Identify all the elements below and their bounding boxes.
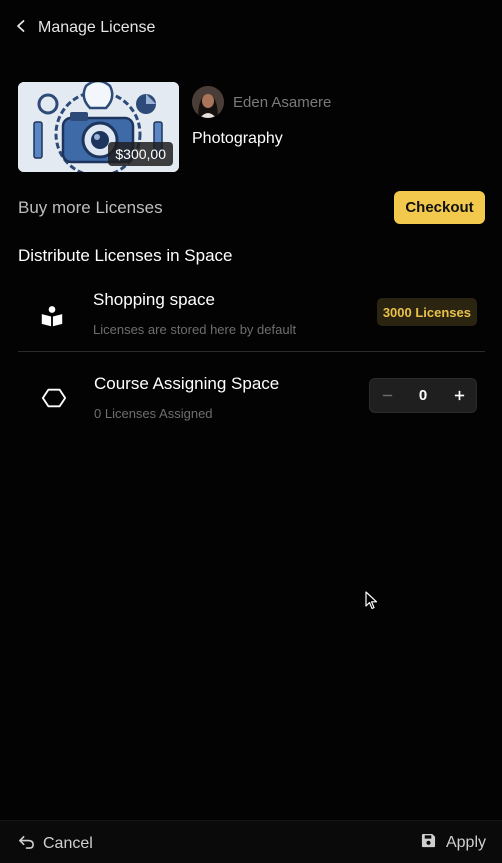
plus-icon [454, 390, 464, 401]
chevron-left-icon [14, 19, 28, 38]
space-title: Course Assigning Space [94, 374, 280, 393]
space-subtitle: 0 Licenses Assigned [94, 406, 213, 421]
space-subtitle: Licenses are stored here by default [93, 322, 297, 337]
distribute-section-title: Distribute Licenses in Space [18, 246, 233, 265]
increment-button[interactable] [442, 379, 476, 412]
manage-license-screen: Manage License $300,00 Eden Asamere Phot… [0, 0, 502, 863]
cancel-button[interactable]: Cancel [18, 833, 93, 855]
footer: Cancel Apply [0, 820, 502, 863]
buy-more-label: Buy more Licenses [18, 198, 163, 217]
space-row-shopping: Shopping space Licenses are stored here … [18, 282, 485, 350]
mouse-cursor-icon [365, 591, 379, 611]
back-button[interactable]: Manage License [14, 19, 155, 38]
decrement-button[interactable] [370, 379, 404, 412]
stepper-value[interactable]: 0 [419, 387, 427, 404]
space-title: Shopping space [93, 290, 215, 309]
license-count-badge: 3000 Licenses [376, 298, 477, 326]
save-disk-icon [421, 833, 436, 853]
divider [18, 351, 485, 352]
book-reader-icon [38, 302, 66, 330]
hexagon-icon [40, 384, 68, 412]
product-thumbnail: $300,00 [18, 82, 179, 172]
apply-label: Apply [445, 834, 486, 851]
page-title: Manage License [38, 19, 156, 36]
apply-button[interactable]: Apply [421, 833, 486, 853]
minus-icon [382, 394, 392, 397]
cancel-label: Cancel [43, 835, 93, 852]
header: Manage License [0, 0, 502, 56]
license-quantity-stepper: 0 [369, 378, 477, 413]
product-category: Photography [192, 130, 283, 147]
space-row-course-assigning: Course Assigning Space 0 Licenses Assign… [18, 366, 485, 426]
undo-arrow-icon [18, 833, 35, 855]
avatar [192, 86, 224, 118]
price-badge: $300,00 [108, 142, 173, 166]
owner-name: Eden Asamere [233, 94, 332, 111]
checkout-button[interactable]: Checkout [394, 191, 485, 224]
